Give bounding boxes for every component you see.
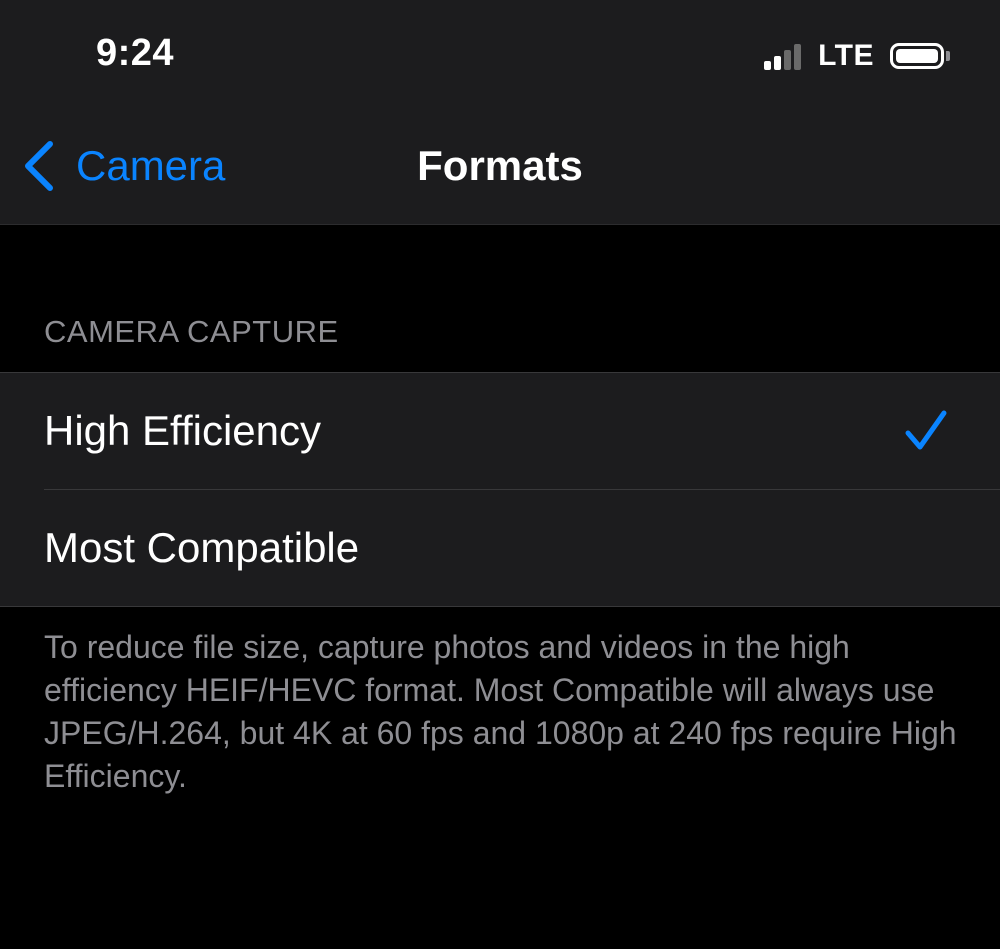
option-label: Most Compatible bbox=[44, 524, 360, 571]
formats-settings-screen: 9:24 LTE Formats Camera CAMERA CAPTURE H… bbox=[0, 0, 1000, 949]
section-header: CAMERA CAPTURE bbox=[44, 314, 339, 349]
navigation-bar: Formats Camera bbox=[0, 110, 1000, 225]
cellular-signal-icon bbox=[764, 42, 804, 70]
camera-capture-options: High Efficiency Most Compatible bbox=[0, 372, 1000, 607]
status-indicators: LTE bbox=[764, 38, 950, 74]
checkmark-icon bbox=[905, 410, 947, 450]
chevron-left-icon bbox=[25, 141, 53, 191]
network-type-label: LTE bbox=[818, 39, 874, 72]
option-high-efficiency[interactable]: High Efficiency bbox=[0, 373, 1000, 489]
back-button[interactable]: Camera bbox=[22, 138, 225, 194]
option-label: High Efficiency bbox=[44, 407, 322, 454]
status-bar: 9:24 LTE bbox=[0, 0, 1000, 110]
back-button-label: Camera bbox=[76, 142, 226, 189]
battery-icon bbox=[890, 43, 950, 69]
option-most-compatible[interactable]: Most Compatible bbox=[0, 490, 1000, 606]
status-time: 9:24 bbox=[96, 32, 175, 74]
section-footer-description: To reduce file size, capture photos and … bbox=[44, 629, 957, 794]
